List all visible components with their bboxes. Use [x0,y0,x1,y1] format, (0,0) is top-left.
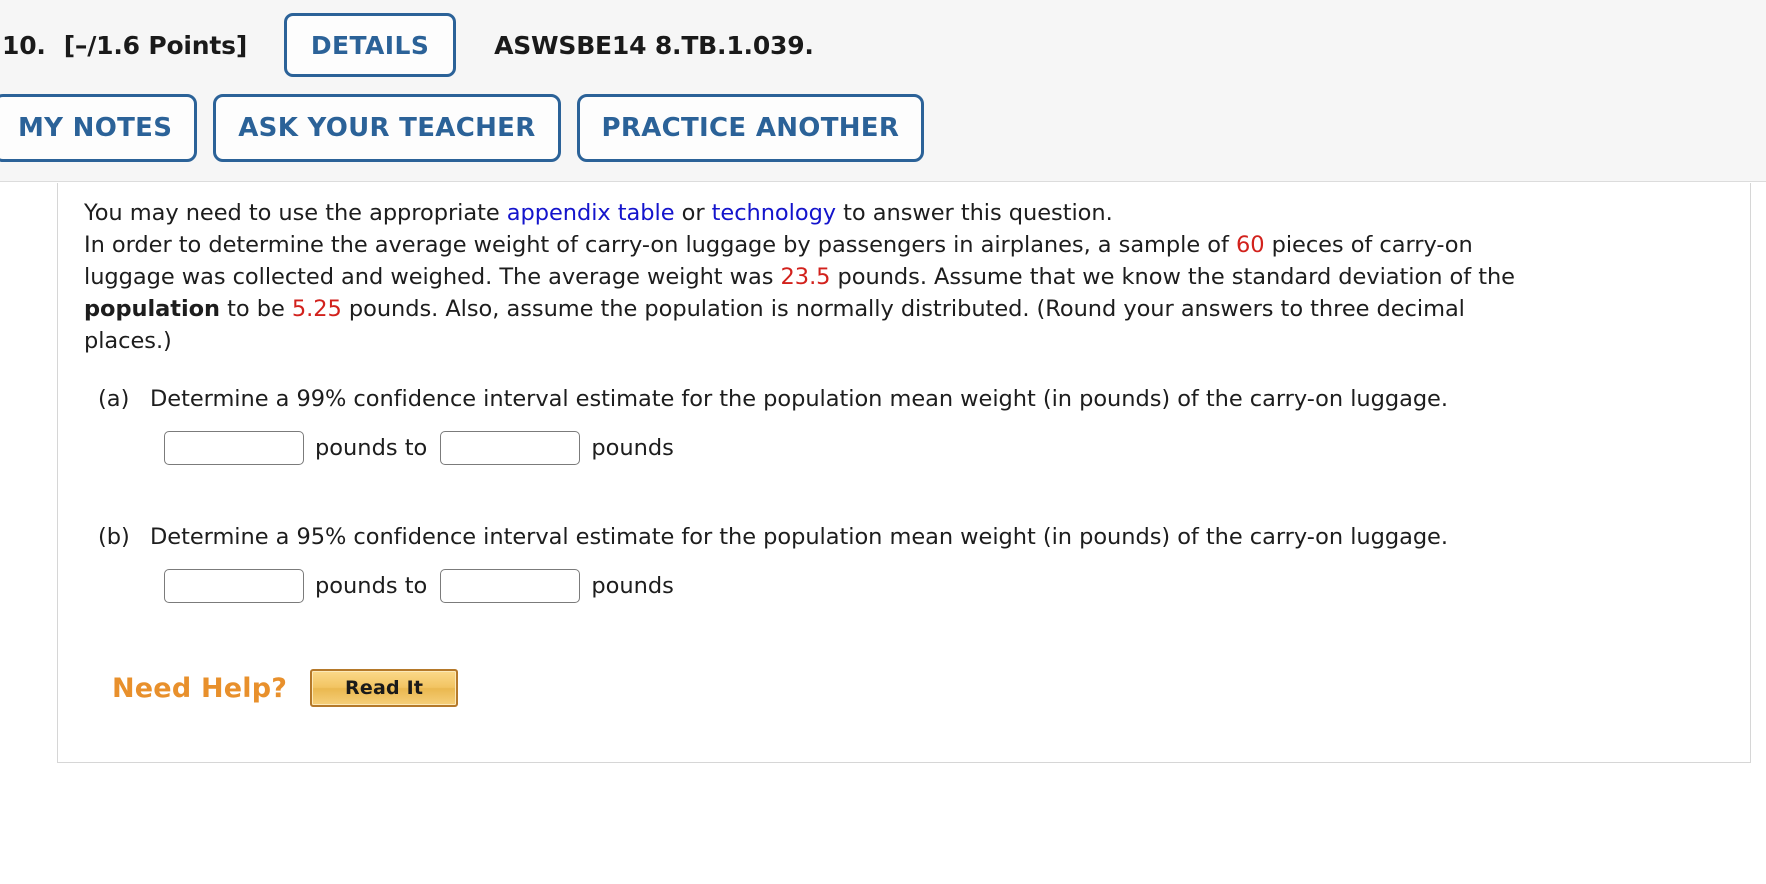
standard-deviation-value: 5.25 [291,296,342,322]
part-a-unit-mid: pounds to [315,435,428,461]
appendix-table-link[interactable]: appendix table [507,200,675,226]
question-content-card: You may need to use the appropriate appe… [57,183,1751,763]
my-notes-button[interactable]: MY NOTES [0,94,198,162]
part-a-answer-row: pounds to pounds [84,431,1726,465]
question-header-row-primary: 10. [–/1.6 Points] DETAILS ASWSBE14 8.TB… [0,0,814,90]
part-a-text: Determine a 99% confidence interval esti… [150,386,1448,412]
problem-segment-3: pounds. Assume that we know the standard… [830,264,1515,290]
part-b-upper-bound-input[interactable] [440,569,581,603]
appendix-instruction-paragraph: You may need to use the appropriate appe… [84,197,1726,229]
question-page: 10. [–/1.6 Points] DETAILS ASWSBE14 8.TB… [0,0,1766,884]
part-b-answer-row: pounds to pounds [84,569,1726,603]
part-a-unit-end: pounds [591,435,674,461]
problem-statement-paragraph: In order to determine the average weight… [84,229,1532,357]
part-b-unit-mid: pounds to [315,573,428,599]
sample-size-value: 60 [1235,232,1265,258]
question-points: [–/1.6 Points] [63,30,248,60]
read-it-button[interactable]: Read It [310,669,459,707]
part-b: (b) Determine a 95% confidence interval … [84,521,1726,553]
part-b-unit-end: pounds [591,573,674,599]
ask-your-teacher-button[interactable]: ASK YOUR TEACHER [213,94,561,162]
question-number: 10. [2,30,46,60]
part-a-upper-bound-input[interactable] [440,431,581,465]
average-weight-value: 23.5 [780,264,831,290]
question-code: ASWSBE14 8.TB.1.039. [494,30,814,60]
intro-text-between-links: or [674,200,712,226]
part-a-label: (a) [98,386,130,412]
problem-segment-4: to be [220,296,292,322]
part-a: (a) Determine a 99% confidence interval … [84,383,1726,415]
details-button[interactable]: DETAILS [284,13,457,77]
intro-text-after-link: to answer this question. [836,200,1113,226]
question-header-bar: 10. [–/1.6 Points] DETAILS ASWSBE14 8.TB… [0,0,1766,182]
read-it-button-label: Read It [345,677,424,699]
part-b-label: (b) [98,524,130,550]
question-header-row-actions: MY NOTES ASK YOUR TEACHER PRACTICE ANOTH… [0,94,925,162]
part-b-text: Determine a 95% confidence interval esti… [150,524,1448,550]
need-help-section: Need Help? Read It [84,669,1726,707]
part-b-lower-bound-input[interactable] [164,569,304,603]
question-content-inner: You may need to use the appropriate appe… [58,183,1750,707]
problem-segment-1: In order to determine the average weight… [84,232,1236,258]
practice-another-button[interactable]: PRACTICE ANOTHER [576,94,925,162]
part-a-lower-bound-input[interactable] [164,431,304,465]
intro-text-before-link: You may need to use the appropriate [84,200,507,226]
need-help-label: Need Help? [112,672,288,704]
population-emphasis: population [84,296,221,322]
technology-link[interactable]: technology [712,200,836,226]
